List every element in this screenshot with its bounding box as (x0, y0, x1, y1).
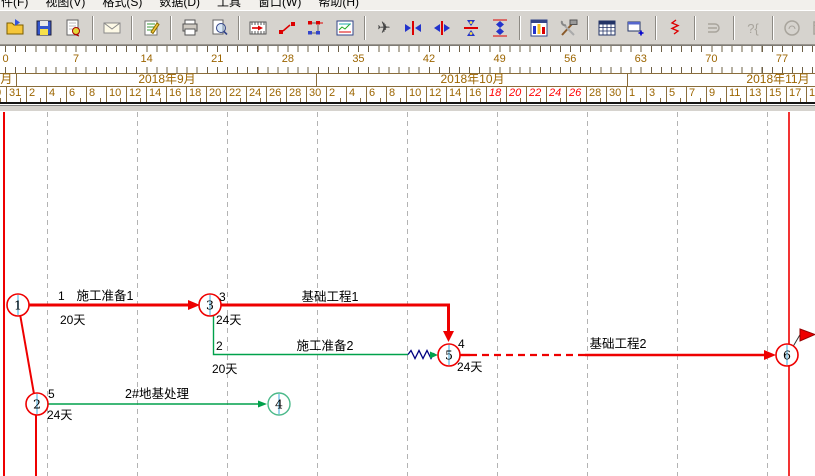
app-window: { "menu": { "items": [ {"label": "件(F)"}… (0, 0, 815, 476)
task-number[interactable]: 5 (48, 387, 55, 401)
task-name[interactable]: 2#地基处理 (125, 387, 189, 401)
task-number[interactable]: 4 (458, 337, 465, 351)
task-name[interactable]: 基础工程1 (302, 289, 359, 304)
task-duration[interactable]: 24天 (216, 313, 241, 327)
node-number: 5 (445, 348, 453, 363)
grid-lines (47, 112, 768, 476)
event-node-6[interactable]: 6 (775, 343, 799, 367)
event-node-1[interactable]: 1 (6, 293, 30, 317)
node-number: 3 (206, 298, 214, 313)
event-node-2[interactable]: 2 (25, 392, 49, 416)
task-duration[interactable]: 24天 (47, 408, 72, 422)
task-number[interactable]: 1 (58, 289, 65, 303)
task-name[interactable]: 施工准备1 (77, 289, 134, 303)
task-name[interactable]: 基础工程2 (590, 336, 647, 351)
task-duration[interactable]: 20天 (212, 362, 237, 376)
task-number[interactable]: 3 (219, 290, 226, 304)
task-duration[interactable]: 20天 (60, 313, 85, 327)
network-diagram-canvas: 1 2 3 4 5 6 1 施工准备1 20天 3 基础工程1 24天 2 施工… (3, 112, 815, 476)
node-number: 1 (14, 298, 22, 313)
task-name[interactable]: 施工准备2 (297, 339, 354, 353)
task-arrow-5[interactable] (48, 400, 267, 408)
node-number: 2 (33, 397, 41, 412)
node-number: 4 (275, 397, 283, 412)
task-number[interactable]: 2 (216, 339, 223, 353)
task-arrow-3[interactable] (221, 303, 454, 342)
node-number: 6 (783, 348, 791, 363)
task-arrow-4[interactable] (460, 350, 776, 360)
task-duration[interactable]: 24天 (457, 360, 482, 374)
event-node-4[interactable]: 4 (267, 392, 291, 416)
